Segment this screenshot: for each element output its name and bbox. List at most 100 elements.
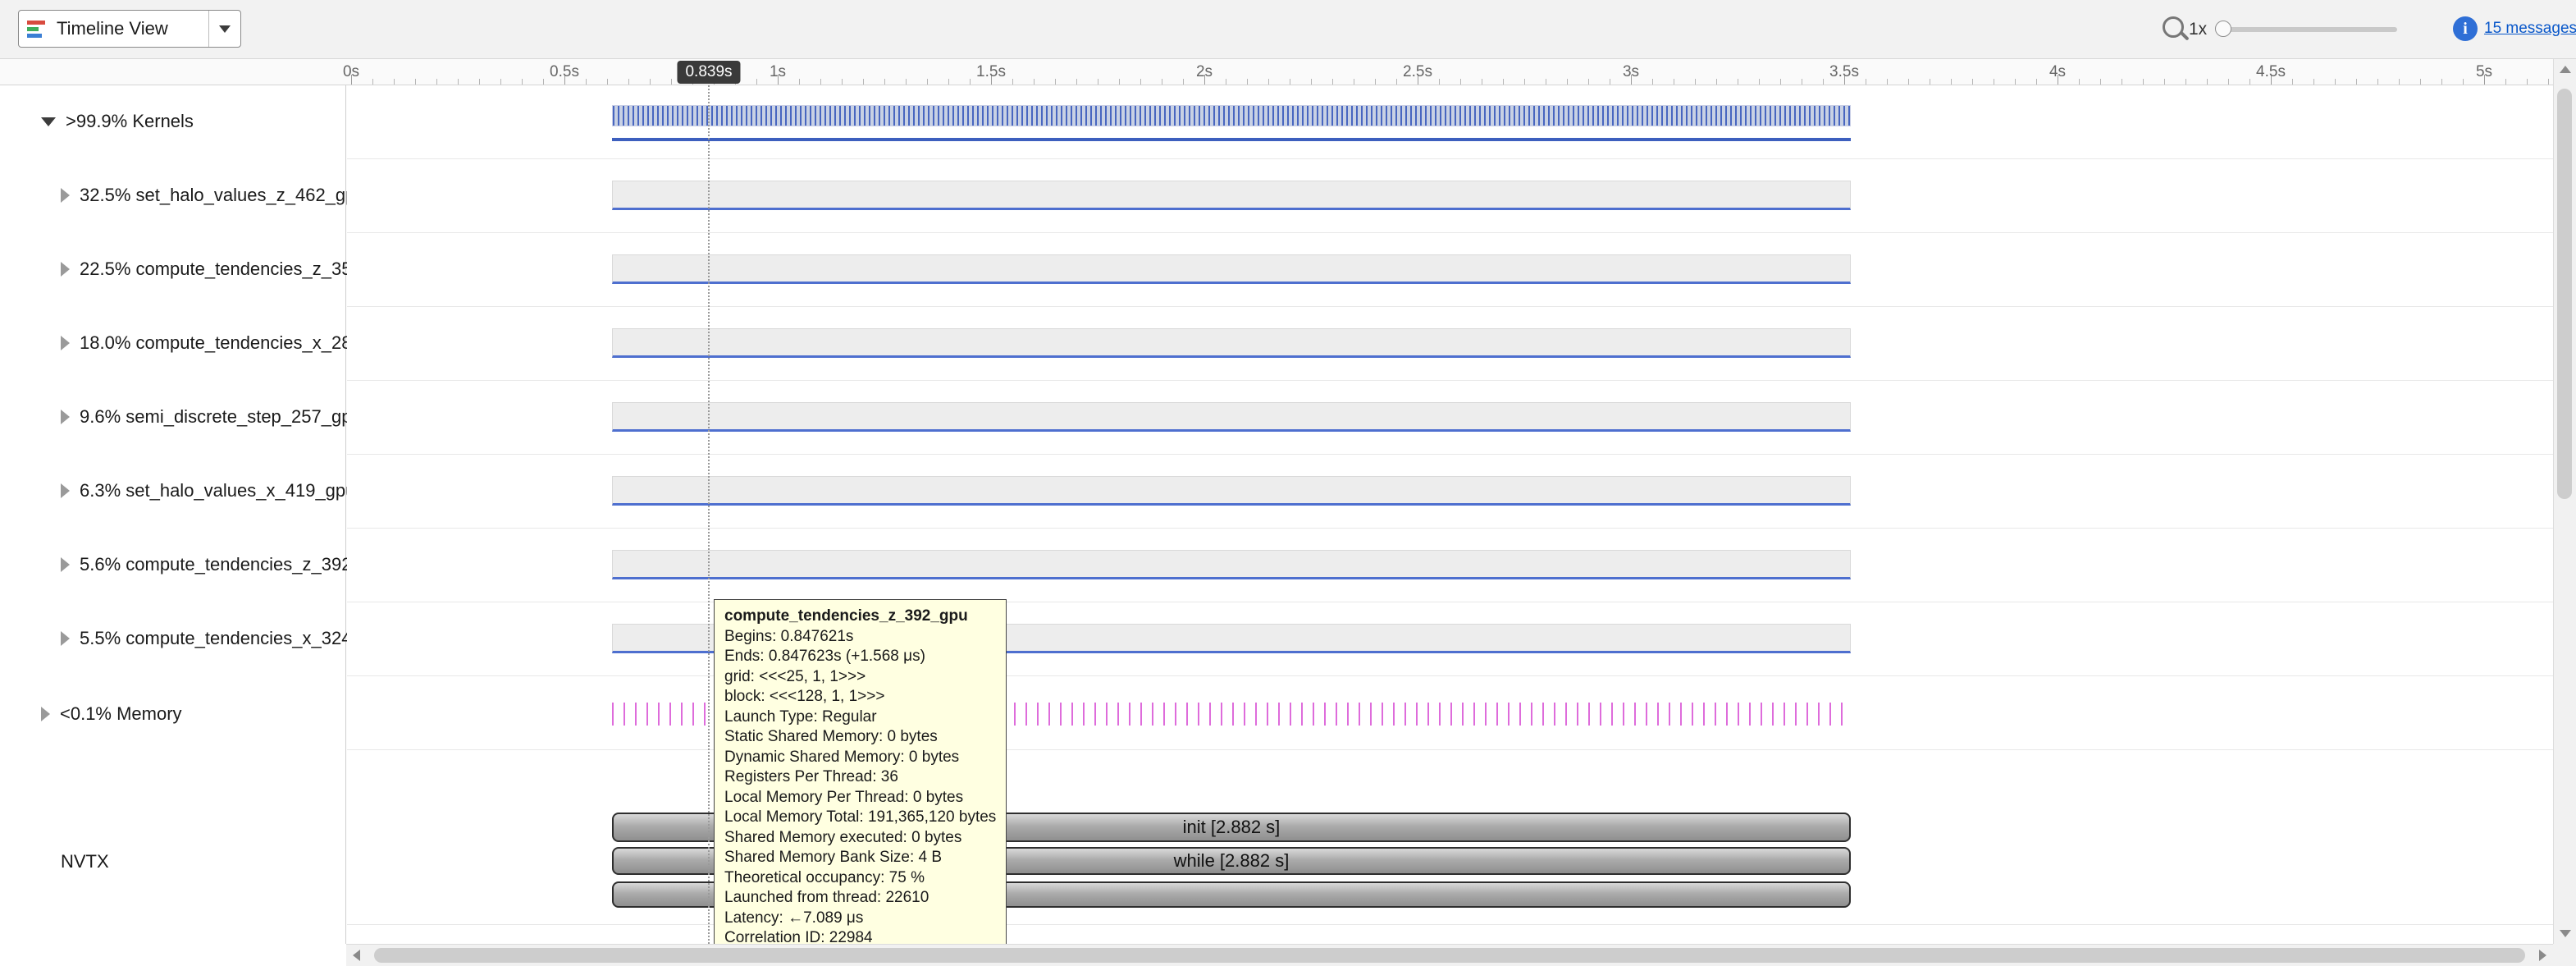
tick-label: 4.5s: [2256, 63, 2286, 81]
tooltip-line: Launched from thread: 22610: [724, 888, 996, 909]
sidebar-item-kernel-2[interactable]: 22.5% compute_tendencies_z_354_gpu: [0, 257, 345, 282]
row-label: 9.6% semi_discrete_step_257_gpu: [80, 406, 362, 428]
timeline-view-dropdown[interactable]: Timeline View: [18, 10, 241, 48]
nvtx-range-label: init [2.882 s]: [1183, 817, 1281, 838]
kernel-span-bar[interactable]: [612, 402, 1851, 432]
tooltip-line: Dynamic Shared Memory: 0 bytes: [724, 748, 996, 768]
sidebar-item-kernel-6[interactable]: 5.6% compute_tendencies_z_392_gpu: [0, 552, 345, 577]
tooltip-line: Static Shared Memory: 0 bytes: [724, 727, 996, 748]
sidebar-item-kernel-3[interactable]: 18.0% compute_tendencies_x_286_gpu: [0, 331, 345, 355]
kernels-summary-bar[interactable]: [612, 105, 1851, 141]
horizontal-scrollbar-thumb[interactable]: [374, 948, 2525, 963]
nsight-timeline-window: Timeline View 1x i 15 messages 0s 0.5s 1…: [0, 0, 2576, 966]
row-separator: [347, 749, 2553, 750]
tooltip-title: compute_tendencies_z_392_gpu: [724, 607, 996, 627]
tick-label: 0.5s: [550, 63, 579, 81]
sidebar-item-memory[interactable]: <0.1% Memory: [0, 702, 345, 726]
tick-label: 1.5s: [976, 63, 1006, 81]
expand-icon[interactable]: [61, 557, 70, 572]
tooltip-line: Local Memory Per Thread: 0 bytes: [724, 788, 996, 808]
timeline-canvas[interactable]: init [2.882 s] while [2.882 s] compute_t…: [347, 85, 2553, 944]
row-label: <0.1% Memory: [60, 703, 182, 725]
tick-label: 4s: [2049, 63, 2066, 81]
tick-label: 2.5s: [1403, 63, 1432, 81]
row-separator: [347, 675, 2553, 676]
zoom-level-label: 1x: [2189, 20, 2207, 39]
row-label: 5.5% compute_tendencies_x_324_gpu: [80, 628, 391, 649]
tick-label: 5s: [2476, 63, 2492, 81]
chevron-down-icon[interactable]: [208, 11, 240, 47]
vertical-scrollbar[interactable]: [2553, 59, 2576, 944]
sidebar-item-kernels[interactable]: >99.9% Kernels: [0, 109, 345, 134]
row-label: 6.3% set_halo_values_x_419_gpu: [80, 480, 355, 501]
tooltip-line: Launch Type: Regular: [724, 707, 996, 728]
kernel-span-bar[interactable]: [612, 328, 1851, 358]
row-separator: [347, 380, 2553, 381]
sidebar-item-kernel-5[interactable]: 6.3% set_halo_values_x_419_gpu: [0, 478, 345, 503]
tooltip-line: Begins: 0.847621s: [724, 627, 996, 648]
expand-icon[interactable]: [41, 707, 50, 721]
expand-icon[interactable]: [61, 483, 70, 498]
row-separator: [347, 528, 2553, 529]
row-separator: [347, 306, 2553, 307]
sidebar-item-kernel-7[interactable]: 5.5% compute_tendencies_x_324_gpu: [0, 626, 345, 651]
row-tree-sidebar: >99.9% Kernels 32.5% set_halo_values_z_4…: [0, 85, 346, 944]
kernel-tooltip: compute_tendencies_z_392_gpu Begins: 0.8…: [714, 599, 1007, 944]
row-label: >99.9% Kernels: [66, 111, 194, 132]
kernel-span-bar[interactable]: [612, 550, 1851, 579]
kernel-activity-line: [612, 138, 1851, 141]
horizontal-scrollbar[interactable]: [346, 944, 2553, 966]
tooltip-line: Local Memory Total: 191,365,120 bytes: [724, 808, 996, 828]
row-label: NVTX: [61, 851, 109, 872]
tooltip-line: Shared Memory Bank Size: 4 B: [724, 848, 996, 868]
scrollbar-corner: [2553, 944, 2576, 966]
zoom-icon: [2163, 16, 2184, 38]
toolbar: Timeline View 1x i 15 messages: [0, 0, 2576, 59]
nvtx-range-label: while [2.882 s]: [1174, 850, 1290, 872]
tick-label: 0s: [343, 63, 359, 81]
tooltip-line: Registers Per Thread: 36: [724, 767, 996, 788]
timeline-view-label: Timeline View: [57, 18, 168, 39]
expand-icon[interactable]: [61, 262, 70, 277]
tooltip-line: Correlation ID: 22984: [724, 928, 996, 944]
expand-icon[interactable]: [61, 631, 70, 646]
time-cursor-line: [708, 85, 710, 944]
timeline-view-icon: [27, 19, 47, 39]
tick-label: 3.5s: [1829, 63, 1859, 81]
vertical-scrollbar-thumb[interactable]: [2557, 89, 2572, 499]
row-separator: [347, 158, 2553, 159]
row-label: 5.6% compute_tendencies_z_392_gpu: [80, 554, 391, 575]
scroll-right-icon[interactable]: [2539, 950, 2546, 961]
row-separator: [347, 232, 2553, 233]
scroll-down-icon[interactable]: [2560, 930, 2571, 937]
kernel-launch-ticks: [612, 105, 1851, 126]
row-separator: [347, 454, 2553, 455]
tooltip-line: Ends: 0.847623s (+1.568 μs): [724, 647, 996, 667]
cursor-time-badge: 0.839s: [677, 61, 740, 84]
kernel-span-bar[interactable]: [612, 476, 1851, 506]
kernel-span-bar[interactable]: [612, 254, 1851, 284]
zoom-slider[interactable]: [2217, 27, 2397, 32]
tooltip-line: grid: <<<25, 1, 1>>>: [724, 667, 996, 688]
tick-label: 3s: [1623, 63, 1639, 81]
scroll-up-icon[interactable]: [2560, 66, 2571, 73]
tooltip-line: block: <<<128, 1, 1>>>: [724, 687, 996, 707]
sidebar-item-nvtx[interactable]: NVTX: [0, 849, 345, 874]
kernel-span-bar[interactable]: [612, 181, 1851, 210]
row-separator: [347, 924, 2553, 925]
expand-icon[interactable]: [61, 410, 70, 424]
tooltip-line: Theoretical occupancy: 75 %: [724, 868, 996, 889]
tooltip-line: Latency: ←7.089 μs: [724, 909, 996, 929]
info-icon[interactable]: i: [2453, 16, 2478, 41]
time-ruler[interactable]: 0s 0.5s 1s 1.5s 2s 2.5s 3s 3.5s 4s 4.5s …: [0, 59, 2553, 85]
sidebar-item-kernel-4[interactable]: 9.6% semi_discrete_step_257_gpu: [0, 405, 345, 429]
scroll-left-icon[interactable]: [353, 950, 360, 961]
sidebar-item-kernel-1[interactable]: 32.5% set_halo_values_z_462_gpu: [0, 183, 345, 208]
expand-icon[interactable]: [61, 336, 70, 350]
tooltip-line: Shared Memory executed: 0 bytes: [724, 828, 996, 849]
collapse-icon[interactable]: [41, 117, 56, 126]
expand-icon[interactable]: [61, 188, 70, 203]
tick-label: 2s: [1196, 63, 1213, 81]
messages-link[interactable]: 15 messages: [2484, 20, 2576, 38]
zoom-slider-thumb[interactable]: [2215, 21, 2231, 37]
